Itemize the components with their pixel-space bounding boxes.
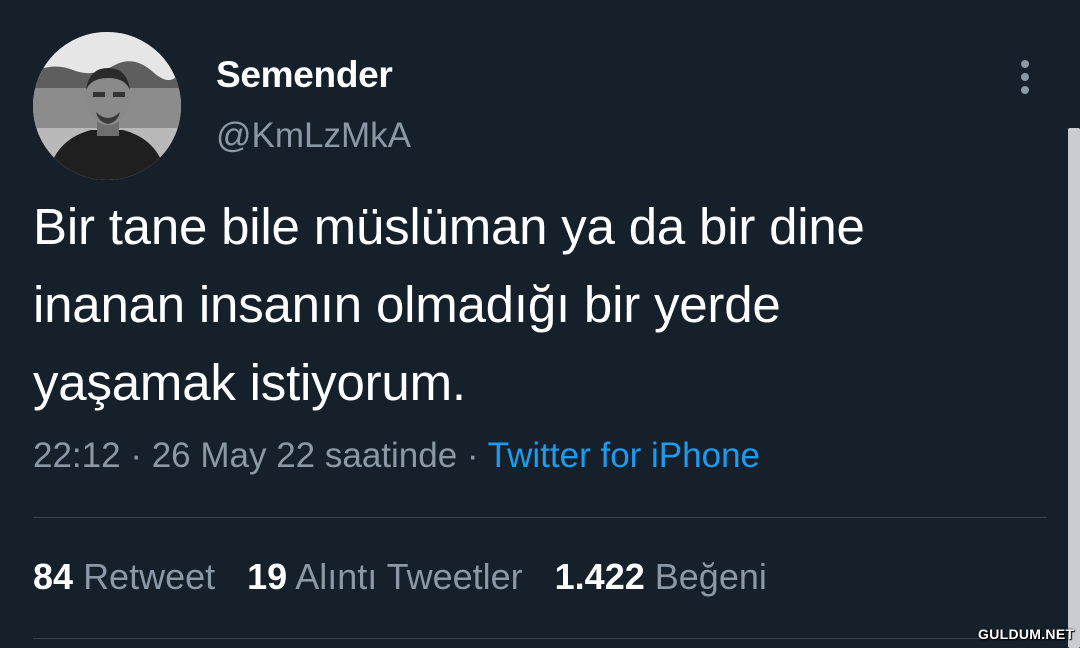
more-options-vertical-icon: [1021, 60, 1029, 94]
avatar-photo-icon: [33, 32, 181, 180]
author-display-name[interactable]: Semender: [216, 54, 393, 96]
more-options-button[interactable]: [1004, 56, 1046, 98]
meta-separator: ·: [120, 436, 152, 475]
author-handle[interactable]: @KmLzMkA: [216, 116, 411, 156]
author-avatar[interactable]: [33, 32, 181, 180]
divider-bottom: [33, 638, 1047, 639]
tweet-source-link[interactable]: Twitter for iPhone: [488, 436, 760, 475]
quote-tweets-label: Alıntı Tweetler: [295, 556, 523, 597]
site-watermark: GULDUM.NET: [978, 626, 1075, 642]
divider-top: [33, 517, 1047, 518]
retweets-count: 84: [33, 556, 74, 597]
retweets-stat[interactable]: 84 Retweet: [33, 556, 215, 598]
quote-tweets-count: 19: [247, 556, 288, 597]
scrollbar[interactable]: [1068, 128, 1080, 648]
tweet-time[interactable]: 22:12: [33, 436, 121, 475]
tweet-text: Bir tane bile müslüman ya da bir dine in…: [33, 198, 865, 411]
likes-stat[interactable]: 1.422 Beğeni: [555, 556, 767, 598]
tweet-date[interactable]: 26 May 22 saatinde: [152, 436, 457, 475]
meta-separator: ·: [457, 436, 488, 475]
likes-count: 1.422: [554, 556, 645, 597]
tweet-detail: Semender @KmLzMkA Bir tane bile müslüman…: [0, 0, 1080, 648]
tweet-meta: 22:12 · 26 May 22 saatinde · Twitter for…: [33, 436, 760, 476]
likes-label: Beğeni: [654, 556, 767, 597]
tweet-stats: 84 Retweet 19 Alıntı Tweetler 1.422 Beğeni: [33, 556, 799, 598]
retweets-label: Retweet: [83, 556, 216, 597]
quote-tweets-stat[interactable]: 19 Alıntı Tweetler: [247, 556, 523, 598]
